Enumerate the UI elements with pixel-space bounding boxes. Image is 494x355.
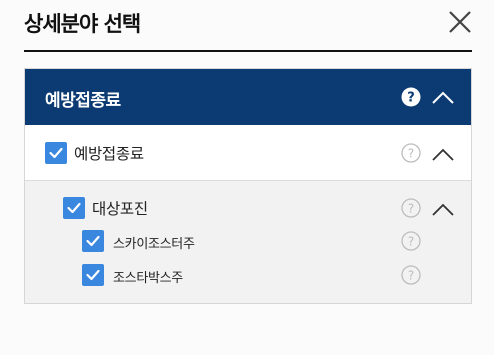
checkmark-icon xyxy=(49,147,63,159)
subgroup-label: 대상포진 xyxy=(92,200,148,218)
checkmark-icon xyxy=(86,235,100,247)
svg-text:?: ? xyxy=(408,147,414,161)
question-circle-icon[interactable]: ? xyxy=(401,265,421,285)
dialog-header: 상세분야 선택 xyxy=(24,0,472,52)
chevron-up-icon[interactable] xyxy=(432,90,454,104)
item-checkbox[interactable] xyxy=(82,264,104,286)
chevron-up-icon[interactable] xyxy=(432,202,454,216)
question-circle-icon[interactable]: ? xyxy=(401,231,421,251)
group-row[interactable]: 예방접종료 ? xyxy=(25,125,471,181)
dialog-title: 상세분야 선택 xyxy=(24,12,141,36)
category-label: 예방접종료 xyxy=(45,91,121,111)
subgroup-checkbox[interactable] xyxy=(63,197,85,219)
question-circle-icon[interactable]: ? xyxy=(401,143,421,163)
item-label: 조스타박스주 xyxy=(113,271,183,286)
question-circle-icon[interactable]: ? xyxy=(401,87,421,107)
chevron-up-icon[interactable] xyxy=(432,147,454,161)
group-checkbox[interactable] xyxy=(45,142,67,164)
checkmark-icon xyxy=(67,202,81,214)
checkmark-icon xyxy=(86,269,100,281)
svg-text:?: ? xyxy=(408,269,414,283)
category-panel: 예방접종료 ? 예방접종료 ? 대상포진 ? 스카이조스터주 ? 조스타박스주 … xyxy=(24,68,472,304)
svg-text:?: ? xyxy=(407,91,415,106)
question-circle-icon[interactable]: ? xyxy=(401,198,421,218)
category-header-row[interactable]: 예방접종료 ? xyxy=(25,69,471,125)
item-label: 스카이조스터주 xyxy=(113,237,195,252)
item-checkbox[interactable] xyxy=(82,230,104,252)
svg-text:?: ? xyxy=(408,202,414,216)
close-button[interactable] xyxy=(446,8,474,36)
svg-text:?: ? xyxy=(408,235,414,249)
group-label: 예방접종료 xyxy=(74,145,144,163)
subgroup-area: 대상포진 ? 스카이조스터주 ? 조스타박스주 ? xyxy=(25,181,471,303)
close-icon xyxy=(449,11,471,33)
